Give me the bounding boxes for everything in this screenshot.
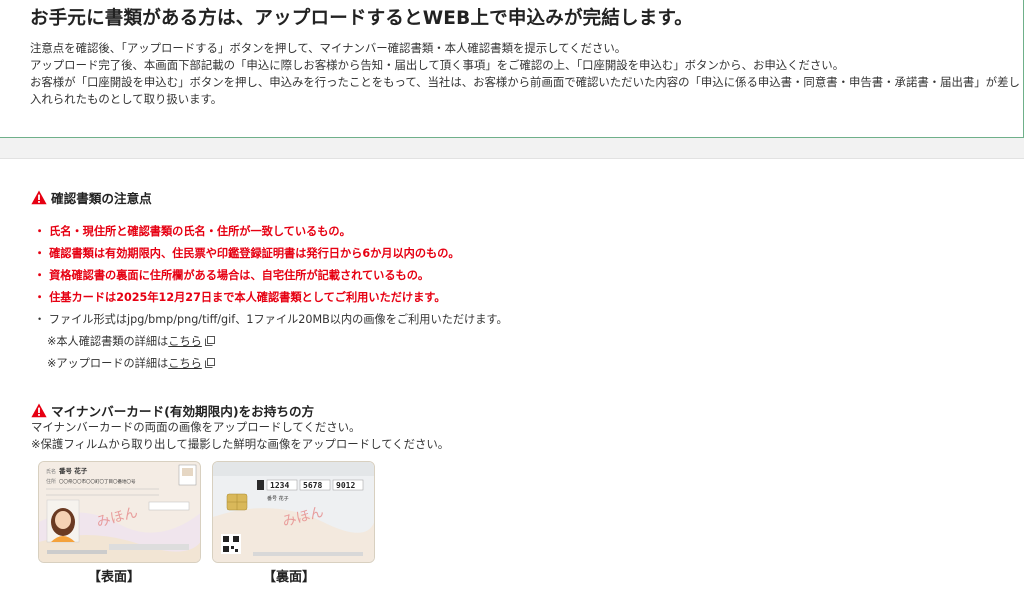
front-name-label: 氏名: [46, 468, 56, 475]
notes-list: ・ 氏名・現住所と確認書類の氏名・住所が一致しているもの。 ・ 確認書類は有効期…: [34, 221, 508, 375]
mynumber-line-1: マイナンバーカードの両面の画像をアップロードしてください。: [31, 420, 361, 434]
mynumber-heading-label: マイナンバーカード(有効期限内)をお持ちの方: [51, 404, 315, 419]
card-back-illustration: 1234 5678 9012 番号 花子 みほん: [213, 462, 374, 562]
id-doc-detail-note: ※本人確認書類の詳細はこちら: [34, 331, 508, 353]
notes-heading-label: 確認書類の注意点: [51, 191, 152, 206]
back-name-value: 番号 花子: [267, 495, 289, 502]
upload-detail-prefix: ※アップロードの詳細は: [47, 357, 169, 370]
card-back-caption: 【裏面】: [263, 570, 316, 585]
page-title: お手元に書類がある方は、アップロードするとWEB上で申込みが完結します。: [30, 8, 693, 29]
mynumber-line-2: ※保護フィルムから取り出して撮影した鮮明な画像をアップロードしてください。: [31, 437, 450, 451]
note-item: ・ 確認書類は有効期限内、住民票や印鑑登録証明書は発行日から6か月以内のもの。: [34, 247, 460, 260]
intro-text: 注意点を確認後、「アップロードする」ボタンを押して、マイナンバー確認書類・本人確…: [30, 40, 1020, 108]
warning-icon: [31, 403, 47, 418]
card-front-caption: 【表面】: [88, 570, 141, 585]
upload-detail-link[interactable]: こちら: [168, 357, 202, 370]
front-address-value: 〇〇県〇〇市〇〇町〇丁目〇番地〇号: [59, 478, 136, 485]
intro-line-1: 注意点を確認後、「アップロードする」ボタンを押して、マイナンバー確認書類・本人確…: [30, 41, 627, 55]
note-item: ・ 住基カードは2025年12月27日まで本人確認書類としてご利用いただけます。: [34, 291, 446, 304]
back-number-group-3: 9012: [336, 481, 355, 490]
id-doc-detail-prefix: ※本人確認書類の詳細は: [47, 335, 169, 348]
intro-line-3: お客様が「口座開設を申込む」ボタンを押し、申込みを行ったことをもって、当社は、お…: [30, 75, 1020, 106]
front-address-label: 住所: [46, 478, 56, 485]
front-name-value: 番号 花子: [58, 466, 88, 475]
upload-detail-note: ※アップロードの詳細はこちら: [34, 353, 508, 375]
mynumber-card-front-image: 氏名 番号 花子 住所 〇〇県〇〇市〇〇町〇丁目〇番地〇号 みほん: [38, 461, 201, 563]
id-doc-detail-link[interactable]: こちら: [168, 335, 202, 348]
note-item-file-format: ・ ファイル形式はjpg/bmp/png/tiff/gif、1ファイル20MB以…: [34, 313, 508, 326]
back-number-group-1: 1234: [270, 481, 289, 490]
back-number-group-2: 5678: [303, 481, 322, 490]
card-front-illustration: 氏名 番号 花子 住所 〇〇県〇〇市〇〇町〇丁目〇番地〇号 みほん: [39, 462, 200, 562]
note-item: ・ 資格確認書の裏面に住所欄がある場合は、自宅住所が記載されているもの。: [34, 269, 430, 282]
mynumber-instructions: マイナンバーカードの両面の画像をアップロードしてください。 ※保護フィルムから取…: [31, 419, 449, 453]
intro-line-2: アップロード完了後、本画面下部記載の「申込に際しお客様から告知・届出して頂く事項…: [30, 58, 845, 72]
external-link-icon: [204, 336, 215, 346]
notes-heading: 確認書類の注意点: [31, 188, 152, 207]
note-item: ・ 氏名・現住所と確認書類の氏名・住所が一致しているもの。: [34, 225, 351, 238]
mynumber-card-back-image: 1234 5678 9012 番号 花子 みほん: [212, 461, 375, 563]
external-link-icon: [204, 358, 215, 368]
warning-icon: [31, 190, 47, 205]
mynumber-heading: マイナンバーカード(有効期限内)をお持ちの方: [31, 401, 314, 420]
upload-intro-panel: お手元に書類がある方は、アップロードするとWEB上で申込みが完結します。 注意点…: [0, 0, 1024, 138]
